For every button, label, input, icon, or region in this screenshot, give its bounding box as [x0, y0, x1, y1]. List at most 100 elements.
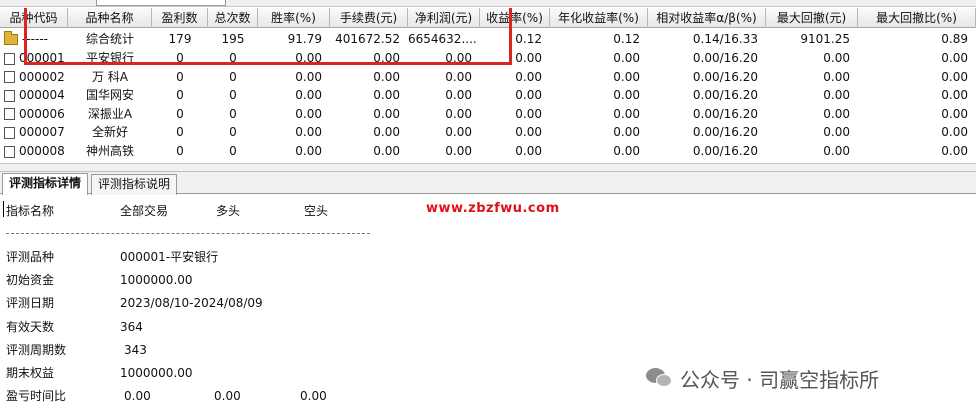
brand-footer: 公众号 · 司赢空指标所	[646, 365, 880, 392]
separator-line	[6, 233, 370, 234]
cell-profit: 6654632....	[408, 32, 477, 46]
cell-winrate: 91.79	[287, 32, 322, 46]
cell-code: 000004	[19, 88, 65, 103]
table-row[interactable]: 000008 神州高铁 0 0 0.00 0.00 0.00 0.00 0.00 0.00/16.…	[0, 142, 976, 161]
detail-header-all: 全部交易	[120, 204, 169, 218]
cell-annual: 0.00	[613, 69, 640, 84]
checkbox-icon[interactable]	[4, 145, 15, 158]
cell-total: 195	[221, 32, 245, 46]
cell-ret: 0.00	[515, 144, 542, 158]
cell-profit: 0.00	[445, 144, 472, 158]
column-header[interactable]: 手续费(元)	[330, 8, 408, 28]
cell-name: 国华网安	[85, 88, 134, 103]
splitter[interactable]	[0, 163, 976, 172]
summary-row[interactable]: ------ 综合统计 179 195 91.79 401672.52 6654632...…	[0, 30, 976, 49]
column-header[interactable]: 胜率(%)	[258, 8, 330, 28]
column-header[interactable]: 品种代码	[0, 8, 68, 28]
cell-ret: 0.12	[515, 32, 542, 46]
column-header[interactable]: 品种名称	[68, 8, 152, 28]
column-header[interactable]: 净利润(元)	[408, 8, 480, 28]
cell: 000007	[0, 123, 68, 142]
cell: 000002	[0, 68, 68, 87]
cell-total: 0	[229, 69, 237, 84]
cell-winrate: 0.00	[295, 69, 322, 84]
detail-item-label: 评测品种	[6, 250, 55, 264]
ratio-long: 0.00	[214, 389, 241, 403]
cell-fee: 401672.52	[335, 32, 400, 46]
cell-alpha: 0.00/16.20	[692, 144, 758, 158]
detail-item-value: 1000000.00	[120, 273, 193, 287]
cell-maxdd: 0.00	[823, 88, 850, 103]
cell-name: 全新好	[91, 125, 128, 140]
cell-fee: 0.00	[373, 51, 400, 65]
cell-code: ------	[22, 32, 48, 46]
detail-item-value: 000001-平安银行	[120, 250, 219, 264]
table-row[interactable]: 000004 国华网安 0 0 0.00 0.00 0.00 0.00 0.00 0.00/16.…	[0, 86, 976, 105]
column-header[interactable]: 年化收益率(%)	[550, 8, 648, 28]
table-row[interactable]: 000001 平安银行 0 0 0.00 0.00 0.00 0.00 0.00 0.00/16.…	[0, 49, 976, 68]
cell-winrate: 0.00	[295, 88, 322, 103]
cell-maxdd: 0.00	[823, 106, 850, 121]
folder-icon[interactable]	[4, 31, 18, 45]
cell-ret: 0.00	[515, 106, 542, 121]
cell-profit: 0.00	[445, 69, 472, 84]
detail-item-label: 期末权益	[6, 366, 55, 380]
cell-winrate: 0.00	[295, 144, 322, 158]
brand-text: 公众号 · 司赢空指标所	[680, 367, 880, 392]
cell-name: 深振业A	[87, 106, 133, 121]
cell-maxddpct: 0.00	[941, 51, 968, 65]
tab-metric-details[interactable]: 评测指标详情	[2, 173, 89, 195]
cell-win: 0	[176, 106, 184, 121]
column-header[interactable]: 相对收益率α/β(%)	[648, 8, 766, 28]
cell-ret: 0.00	[515, 125, 542, 140]
table-row[interactable]: 000002 万 科A 0 0 0.00 0.00 0.00 0.00 0.00 0.00/16.…	[0, 68, 976, 87]
cell-maxddpct: 0.00	[941, 69, 968, 84]
detail-item-label: 评测周期数	[6, 343, 67, 357]
watermark-url: www.zbzfwu.com	[426, 201, 560, 216]
symbol-combo[interactable]	[96, 0, 226, 6]
cell-fee: 0.00	[373, 106, 400, 121]
cell-profit: 0.00	[445, 125, 472, 140]
column-header[interactable]: 总次数	[208, 8, 258, 28]
cell-winrate: 0.00	[295, 106, 322, 121]
checkbox-icon[interactable]	[4, 71, 15, 84]
cell-code: 000002	[19, 69, 65, 84]
cell-maxdd: 0.00	[823, 51, 850, 65]
cell-profit: 0.00	[445, 106, 472, 121]
column-header[interactable]: 收益率(%)	[480, 8, 550, 28]
checkbox-icon[interactable]	[4, 52, 15, 65]
column-header[interactable]: 盈利数	[152, 8, 208, 28]
cell-maxdd: 0.00	[823, 69, 850, 84]
table-row[interactable]: 000007 全新好 0 0 0.00 0.00 0.00 0.00 0.00 0.00/16.2…	[0, 123, 976, 142]
cell-maxddpct: 0.00	[941, 106, 968, 121]
column-header[interactable]: 最大回撤比(%)	[858, 8, 976, 28]
detail-header-label: 指标名称	[6, 204, 55, 218]
cell-fee: 0.00	[373, 88, 400, 103]
cell-alpha: 0.00/16.20	[692, 125, 758, 140]
cell-ret: 0.00	[515, 69, 542, 84]
cell-name: 平安银行	[85, 51, 134, 65]
grid-header: 品种代码 品种名称 盈利数 总次数 胜率(%) 手续费(元) 净利润(元) 收益率(%) 年化收…	[0, 8, 976, 28]
cell-code: 000006	[19, 106, 65, 121]
checkbox-icon[interactable]	[4, 89, 15, 102]
cell-maxdd: 0.00	[823, 144, 850, 158]
ratio-label: 盈亏时间比	[6, 389, 67, 403]
cell: 000004	[0, 86, 68, 105]
cell-alpha: 0.00/16.20	[692, 106, 758, 121]
cell-alpha: 0.14/16.33	[692, 32, 758, 46]
checkbox-icon[interactable]	[4, 126, 15, 139]
cell-name: 综合统计	[85, 32, 134, 46]
cell-maxddpct: 0.00	[941, 88, 968, 103]
cell-profit: 0.00	[445, 88, 472, 103]
tab-metric-description[interactable]: 评测指标说明	[91, 174, 178, 195]
checkbox-icon[interactable]	[4, 108, 15, 121]
toolbar	[0, 0, 976, 7]
ratio-all: 0.00	[124, 389, 151, 403]
cell-fee: 0.00	[373, 144, 400, 158]
cell-annual: 0.00	[613, 125, 640, 140]
column-header[interactable]: 最大回撤(元)	[766, 8, 858, 28]
cell-annual: 0.00	[613, 51, 640, 65]
cell: ------	[0, 30, 68, 49]
cell-name: 神州高铁	[85, 144, 134, 158]
table-row[interactable]: 000006 深振业A 0 0 0.00 0.00 0.00 0.00 0.00 0.00/16.…	[0, 105, 976, 124]
